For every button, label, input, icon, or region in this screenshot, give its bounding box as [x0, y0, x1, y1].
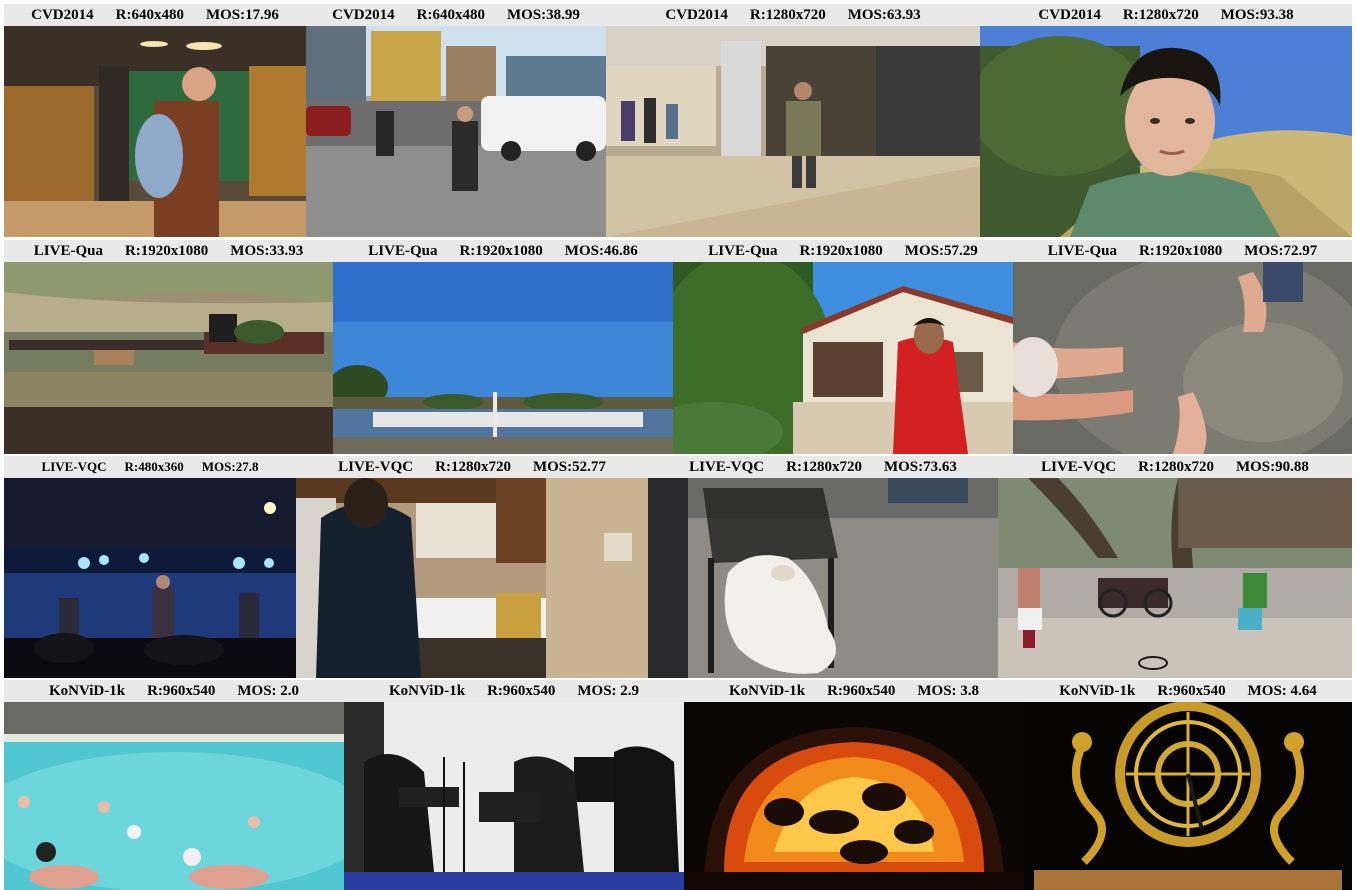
- tile-caption: LIVE-VQC R:480x360 MOS:27.8: [4, 456, 296, 478]
- dataset-label: KoNViD-1k: [388, 682, 466, 699]
- resolution-label: R:1280x720: [786, 458, 862, 475]
- tile-caption: KoNViD-1k R:960x540 MOS: 2.9: [344, 680, 684, 702]
- resolution-label: R:1280x720: [435, 458, 511, 475]
- tile-r1-c3: CVD2014 R:1280x720 MOS:63.93: [606, 4, 980, 237]
- video-frame: [306, 26, 606, 237]
- tile-r2-c4: LIVE-Qua R:1920x1080 MOS:72.97: [1013, 240, 1352, 454]
- resolution-label: R:960x540: [147, 682, 216, 699]
- mos-label: MOS: 4.64: [1247, 682, 1317, 699]
- tile-caption: LIVE-VQC R:1280x720 MOS:73.63: [648, 456, 998, 478]
- video-frame: [4, 262, 333, 454]
- resolution-label: R:960x540: [827, 682, 896, 699]
- video-frame: [344, 702, 684, 890]
- tile-caption: LIVE-Qua R:1920x1080 MOS:57.29: [673, 240, 1013, 262]
- dataset-label: LIVE-VQC: [689, 458, 765, 475]
- tile-caption: LIVE-Qua R:1920x1080 MOS:72.97: [1013, 240, 1352, 262]
- tile-caption: CVD2014 R:1280x720 MOS:63.93: [606, 4, 980, 26]
- dataset-label: KoNViD-1k: [728, 682, 806, 699]
- tile-r1-c1: CVD2014 R:640x480 MOS:17.96: [4, 4, 306, 237]
- tile-r3-c4: LIVE-VQC R:1280x720 MOS:90.88: [998, 456, 1352, 678]
- tile-caption: LIVE-VQC R:1280x720 MOS:52.77: [296, 456, 648, 478]
- video-frame: [998, 478, 1352, 678]
- mos-label: MOS:17.96: [205, 6, 279, 23]
- dataset-label: LIVE-Qua: [708, 242, 778, 259]
- tile-r2-c2: LIVE-Qua R:1920x1080 MOS:46.86: [333, 240, 673, 454]
- tile-r4-c2: KoNViD-1k R:960x540 MOS: 2.9: [344, 680, 684, 890]
- video-frame: [296, 478, 648, 678]
- dataset-label: CVD2014: [1038, 6, 1101, 23]
- tile-r1-c2: CVD2014 R:640x480 MOS:38.99: [306, 4, 606, 237]
- tile-r1-c4: CVD2014 R:1280x720 MOS:93.38: [980, 4, 1352, 237]
- resolution-label: R:640x480: [416, 6, 485, 23]
- resolution-label: R:640x480: [115, 6, 184, 23]
- tile-r3-c1: LIVE-VQC R:480x360 MOS:27.8: [4, 456, 296, 678]
- resolution-label: R:1920x1080: [124, 242, 209, 259]
- video-frame: [606, 26, 980, 237]
- dataset-label: LIVE-Qua: [33, 242, 103, 259]
- tile-r3-c2: LIVE-VQC R:1280x720 MOS:52.77: [296, 456, 648, 678]
- video-frame: [980, 26, 1352, 237]
- mos-label: MOS:57.29: [904, 242, 978, 259]
- video-frame: [648, 478, 998, 678]
- tile-caption: LIVE-Qua R:1920x1080 MOS:46.86: [333, 240, 673, 262]
- mos-label: MOS:33.93: [230, 242, 304, 259]
- resolution-label: R:1280x720: [1122, 6, 1199, 23]
- tile-r4-c3: KoNViD-1k R:960x540 MOS: 3.8: [684, 680, 1024, 890]
- tile-caption: KoNViD-1k R:960x540 MOS: 3.8: [684, 680, 1024, 702]
- video-frame: [4, 26, 306, 237]
- resolution-label: R:480x360: [124, 459, 184, 474]
- dataset-label: LIVE-VQC: [1041, 458, 1117, 475]
- mos-label: MOS:73.63: [883, 458, 957, 475]
- dataset-label: KoNViD-1k: [48, 682, 126, 699]
- mos-label: MOS:27.8: [201, 459, 259, 474]
- resolution-label: R:1280x720: [749, 6, 826, 23]
- tile-caption: LIVE-VQC R:1280x720 MOS:90.88: [998, 456, 1352, 478]
- dataset-label: LIVE-Qua: [1047, 242, 1117, 259]
- tile-caption: KoNViD-1k R:960x540 MOS: 2.0: [4, 680, 344, 702]
- video-frame: [4, 702, 344, 890]
- tile-caption: CVD2014 R:640x480 MOS:17.96: [4, 4, 306, 26]
- video-frame: [333, 262, 673, 454]
- tile-r3-c3: LIVE-VQC R:1280x720 MOS:73.63: [648, 456, 998, 678]
- resolution-label: R:1920x1080: [459, 242, 543, 259]
- dataset-label: LIVE-Qua: [368, 242, 438, 259]
- tile-r4-c1: KoNViD-1k R:960x540 MOS: 2.0: [4, 680, 344, 890]
- mos-label: MOS:72.97: [1244, 242, 1318, 259]
- mos-label: MOS:46.86: [564, 242, 638, 259]
- tile-caption: CVD2014 R:640x480 MOS:38.99: [306, 4, 606, 26]
- tile-caption: CVD2014 R:1280x720 MOS:93.38: [980, 4, 1352, 26]
- mos-label: MOS:93.38: [1220, 6, 1294, 23]
- tile-r2-c3: LIVE-Qua R:1920x1080 MOS:57.29: [673, 240, 1013, 454]
- dataset-label: CVD2014: [665, 6, 728, 23]
- resolution-label: R:1920x1080: [799, 242, 883, 259]
- resolution-label: R:1280x720: [1138, 458, 1214, 475]
- mos-label: MOS: 3.8: [917, 682, 980, 699]
- resolution-label: R:960x540: [487, 682, 556, 699]
- resolution-label: R:1920x1080: [1138, 242, 1223, 259]
- dataset-label: LIVE-VQC: [41, 459, 107, 474]
- mos-label: MOS:38.99: [506, 6, 580, 23]
- dataset-label: CVD2014: [332, 6, 395, 23]
- mos-label: MOS:52.77: [532, 458, 606, 475]
- video-frame: [1024, 702, 1352, 890]
- resolution-label: R:960x540: [1157, 682, 1226, 699]
- tile-caption: KoNViD-1k R:960x540 MOS: 4.64: [1024, 680, 1352, 702]
- tile-r4-c4: KoNViD-1k R:960x540 MOS: 4.64: [1024, 680, 1352, 890]
- mos-label: MOS:90.88: [1235, 458, 1309, 475]
- dataset-label: LIVE-VQC: [338, 458, 414, 475]
- mos-label: MOS: 2.9: [577, 682, 640, 699]
- mos-label: MOS: 2.0: [237, 682, 300, 699]
- dataset-label: KoNViD-1k: [1059, 682, 1136, 699]
- video-frame: [1013, 262, 1352, 454]
- video-frame: [673, 262, 1013, 454]
- dataset-label: CVD2014: [31, 6, 94, 23]
- video-frame: [4, 478, 296, 678]
- tile-r2-c1: LIVE-Qua R:1920x1080 MOS:33.93: [4, 240, 333, 454]
- tile-caption: LIVE-Qua R:1920x1080 MOS:33.93: [4, 240, 333, 262]
- mos-label: MOS:63.93: [847, 6, 921, 23]
- video-frame: [684, 702, 1024, 890]
